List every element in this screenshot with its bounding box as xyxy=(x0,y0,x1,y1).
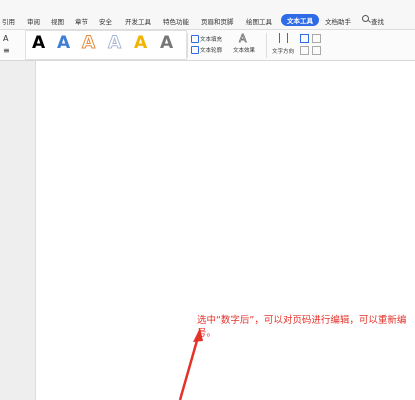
annotation-text: 选中“数字后”，可以对页码进行编辑，可以重新编号。 xyxy=(197,315,407,339)
annotation-arrow xyxy=(178,328,203,400)
